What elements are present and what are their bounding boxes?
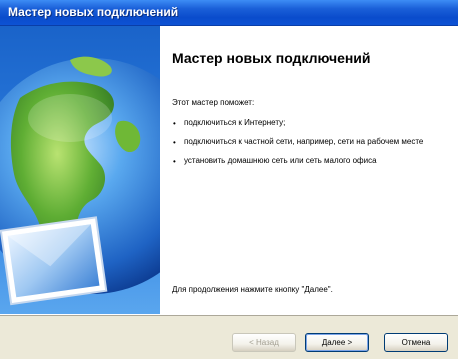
globe-illustration (0, 56, 160, 306)
list-item-text: подключиться к частной сети, например, с… (184, 137, 424, 146)
title-bar[interactable]: Мастер новых подключений (0, 0, 458, 26)
list-item-text: подключиться к Интернету; (184, 118, 286, 127)
wizard-banner-panel (0, 26, 160, 314)
feature-list: • подключиться к Интернету; • подключиться… (172, 118, 452, 175)
bullet-icon: • (173, 157, 176, 166)
intro-text: Этот мастер поможет: (172, 98, 255, 107)
new-connection-wizard-window: Мастер новых подключений Мастер новых по… (0, 0, 458, 359)
page-title: Мастер новых подключений (172, 50, 371, 66)
bullet-icon: • (173, 119, 176, 128)
next-button[interactable]: Далее > (305, 333, 369, 352)
cancel-button[interactable]: Отмена (384, 333, 448, 352)
list-item-text: установить домашнюю сеть или сеть малого… (184, 156, 377, 165)
continue-instruction: Для продолжения нажмите кнопку "Далее". (172, 285, 333, 294)
bullet-icon: • (173, 138, 176, 147)
list-item: • подключиться к частной сети, например, … (172, 137, 452, 147)
list-item: • подключиться к Интернету; (172, 118, 452, 128)
wizard-content: Мастер новых подключений Этот мастер пом… (160, 26, 458, 314)
back-button[interactable]: < Назад (232, 333, 296, 352)
window-title: Мастер новых подключений (8, 5, 179, 19)
list-item: • установить домашнюю сеть или сеть малог… (172, 156, 452, 166)
